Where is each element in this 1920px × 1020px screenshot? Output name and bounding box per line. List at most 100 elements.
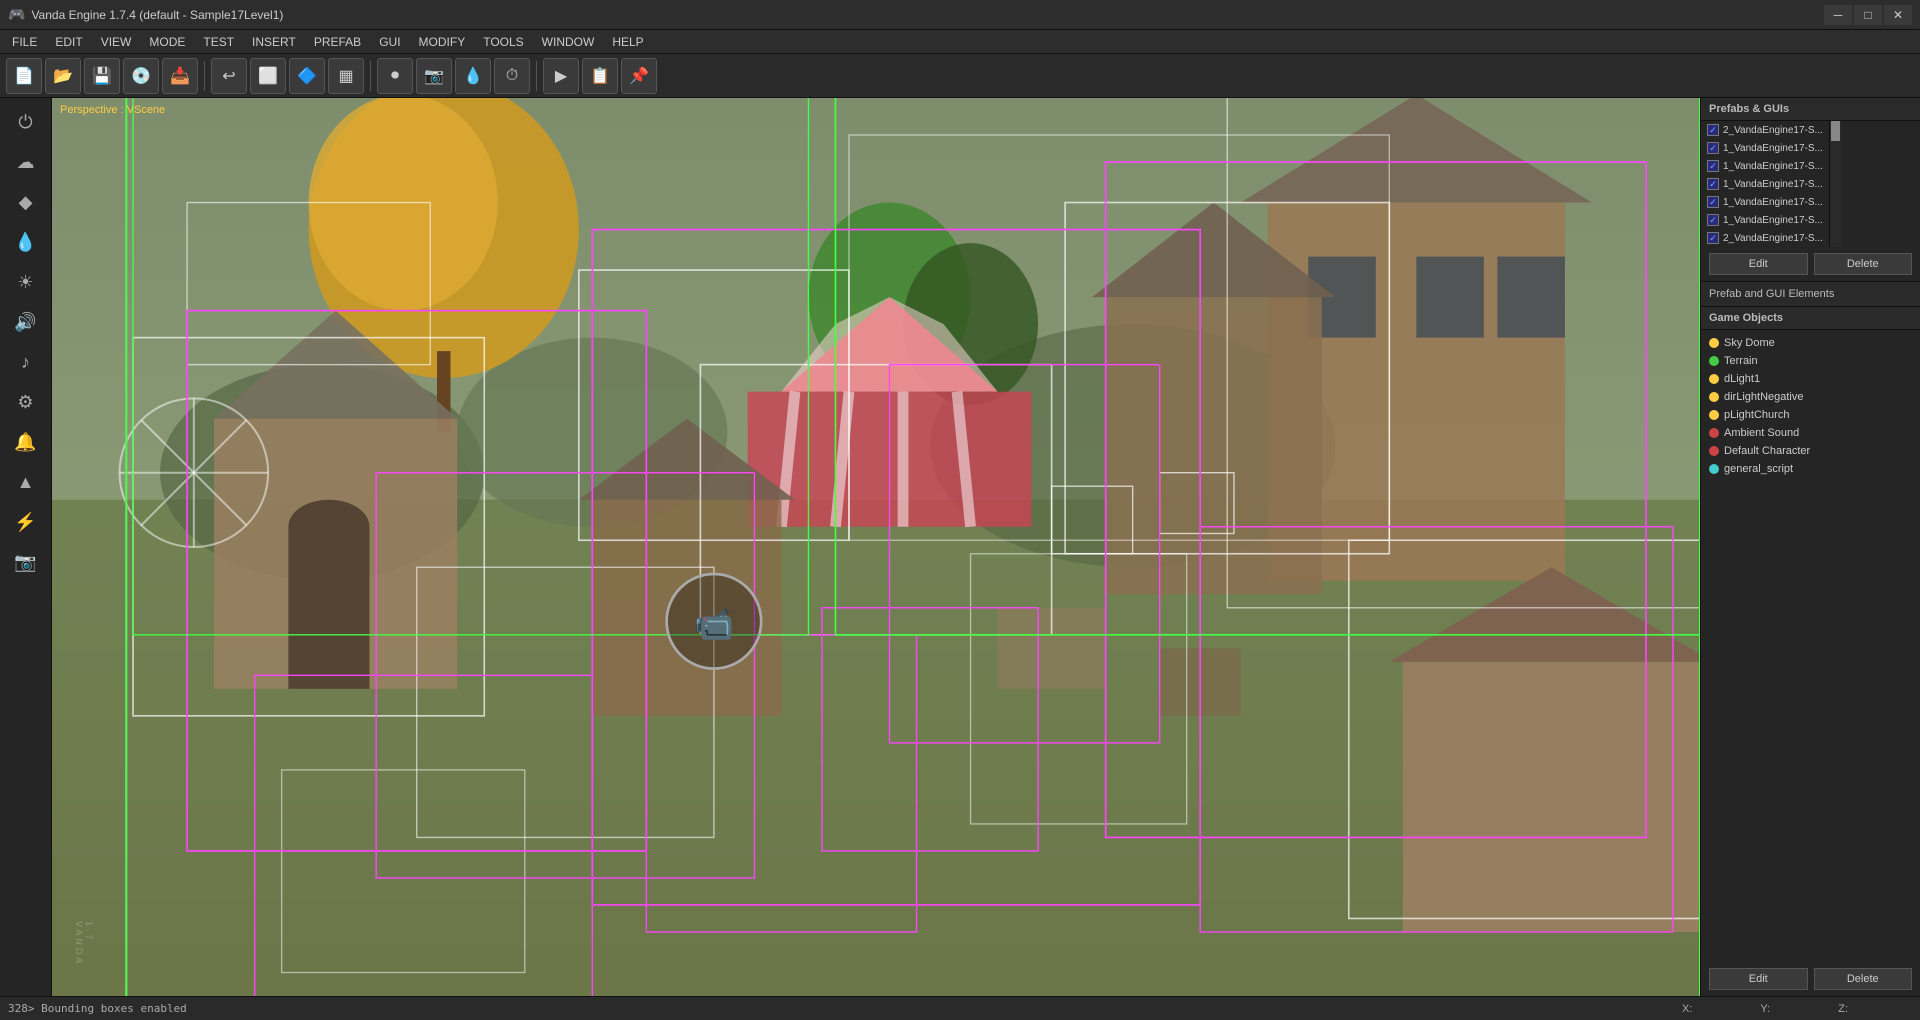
go-item-4[interactable]: pLightChurch	[1701, 406, 1920, 424]
prefab-item-3[interactable]: ✓1_VandaEngine17-S...	[1701, 175, 1829, 193]
prefab-item-0[interactable]: ✓ 2_VandaEngine17-S...	[1701, 121, 1829, 139]
prefab-buttons: Edit Delete	[1701, 247, 1920, 281]
prefab-scrollbar[interactable]	[1829, 121, 1841, 247]
viewport-label: Perspective : VScene	[60, 104, 165, 116]
sidebar-icon-0[interactable]: ⏻	[8, 104, 44, 140]
sidebar-icon-3[interactable]: 💧	[8, 224, 44, 260]
prefab-edit-button[interactable]: Edit	[1709, 253, 1808, 275]
coord-group: X: Y: Z:	[1682, 1003, 1912, 1015]
prefab-item-4[interactable]: ✓1_VandaEngine17-S...	[1701, 193, 1829, 211]
sidebar-icon-9[interactable]: ▲	[8, 464, 44, 500]
toolbar-btn-10[interactable]: 📷	[416, 58, 452, 94]
go-dot-1	[1709, 356, 1719, 366]
sidebar-icon-7[interactable]: ⚙	[8, 384, 44, 420]
toolbar-btn-5[interactable]: ↩	[211, 58, 247, 94]
close-button[interactable]: ✕	[1884, 5, 1912, 25]
prefab-checkbox-0[interactable]: ✓	[1707, 124, 1719, 136]
go-item-5[interactable]: Ambient Sound	[1701, 424, 1920, 442]
z-label: Z:	[1838, 1003, 1848, 1015]
go-item-3[interactable]: dirLightNegative	[1701, 388, 1920, 406]
toolbar-btn-4[interactable]: 📥	[162, 58, 198, 94]
main-layout: ⏻ ☁ ◆ 💧 ☀ 🔊 ♪ ⚙ 🔔 ▲ ⚡ 📷 Perspective : VScene	[0, 98, 1920, 996]
go-item-6[interactable]: Default Character	[1701, 442, 1920, 460]
sidebar-icon-8[interactable]: 🔔	[8, 424, 44, 460]
right-panel: Prefabs & GUIs ✓ 2_VandaEngine17-S... ✓ 1_V…	[1700, 98, 1920, 996]
menu-item-window[interactable]: WINDOW	[534, 33, 603, 51]
menu-item-edit[interactable]: EDIT	[47, 33, 90, 51]
prefab-item-1[interactable]: ✓1_VandaEngine17-S...	[1701, 139, 1829, 157]
scene-svg: 📹	[52, 98, 1700, 996]
prefab-text-0: 2_VandaEngine17-S...	[1723, 125, 1823, 136]
menu-item-prefab[interactable]: PREFAB	[306, 33, 369, 51]
go-edit-button[interactable]: Edit	[1709, 968, 1808, 990]
prefab-checkbox-1[interactable]: ✓	[1707, 142, 1719, 154]
toolbar-btn-11[interactable]: 💧	[455, 58, 491, 94]
sidebar-icon-6[interactable]: ♪	[8, 344, 44, 380]
menu-item-test[interactable]: TEST	[195, 33, 242, 51]
go-name-1: Terrain	[1724, 355, 1758, 367]
toolbar-btn-6[interactable]: ⬜	[250, 58, 286, 94]
menu-item-mode[interactable]: MODE	[141, 33, 193, 51]
toolbar-btn-1[interactable]: 📂	[45, 58, 81, 94]
prefab-delete-button[interactable]: Delete	[1814, 253, 1913, 275]
menu-item-modify[interactable]: MODIFY	[411, 33, 474, 51]
toolbar-btn-2[interactable]: 💾	[84, 58, 120, 94]
x-label: X:	[1682, 1003, 1692, 1015]
prefab-item-2[interactable]: ✓ 1_VandaEngine17-S...	[1701, 157, 1829, 175]
sidebar-icon-5[interactable]: 🔊	[8, 304, 44, 340]
maximize-button[interactable]: □	[1854, 5, 1882, 25]
go-item-0[interactable]: Sky Dome	[1701, 334, 1920, 352]
prefab-item-6[interactable]: ✓2_VandaEngine17-S...	[1701, 229, 1829, 247]
svg-text:📹: 📹	[694, 606, 734, 642]
prefab-text-2: 1_VandaEngine17-S...	[1723, 161, 1823, 172]
toolbar-btn-15[interactable]: 📌	[621, 58, 657, 94]
go-item-1[interactable]: Terrain	[1701, 352, 1920, 370]
menu-item-insert[interactable]: INSERT	[244, 33, 304, 51]
toolbar-btn-12[interactable]: ⏱	[494, 58, 530, 94]
go-item-2[interactable]: dLight1	[1701, 370, 1920, 388]
prefabs-title: Prefabs & GUIs	[1701, 98, 1920, 121]
prefab-checkbox-4[interactable]: ✓	[1707, 196, 1719, 208]
go-dot-0	[1709, 338, 1719, 348]
sidebar-icon-1[interactable]: ☁	[8, 144, 44, 180]
prefab-checkbox-3[interactable]: ✓	[1707, 178, 1719, 190]
go-dot-3	[1709, 392, 1719, 402]
prefab-checkbox-6[interactable]: ✓	[1707, 232, 1719, 244]
go-name-7: general_script	[1724, 463, 1793, 475]
toolbar-btn-13[interactable]: ▶	[543, 58, 579, 94]
sidebar-icon-11[interactable]: 📷	[8, 544, 44, 580]
title-bar: 🎮 Vanda Engine 1.7.4 (default - Sample17…	[0, 0, 1920, 30]
prefabs-section: Prefabs & GUIs ✓ 2_VandaEngine17-S... ✓ 1_V…	[1701, 98, 1920, 282]
status-text: 328> Bounding boxes enabled	[8, 1002, 1662, 1015]
menu-item-gui[interactable]: GUI	[371, 33, 408, 51]
toolbar-btn-7[interactable]: 🔷	[289, 58, 325, 94]
menu-item-tools[interactable]: TOOLS	[475, 33, 531, 51]
menu-item-help[interactable]: HELP	[604, 33, 651, 51]
go-name-6: Default Character	[1724, 445, 1810, 457]
game-objects-title: Game Objects	[1701, 307, 1920, 330]
prefab-checkbox-5[interactable]: ✓	[1707, 214, 1719, 226]
app-icon: 🎮	[8, 6, 25, 23]
y-label: Y:	[1760, 1003, 1770, 1015]
toolbar-separator	[204, 61, 205, 91]
toolbar-btn-9[interactable]: ⏺	[377, 58, 413, 94]
toolbar-btn-0[interactable]: 📄	[6, 58, 42, 94]
go-buttons: Edit Delete	[1701, 962, 1920, 996]
toolbar-btn-3[interactable]: 💿	[123, 58, 159, 94]
minimize-button[interactable]: ─	[1824, 5, 1852, 25]
toolbar-btn-8[interactable]: ▦	[328, 58, 364, 94]
toolbar: 📄📂💾💿📥 ↩⬜🔷▦ ⏺📷💧⏱ ▶📋📌	[0, 54, 1920, 98]
go-item-7[interactable]: general_script	[1701, 460, 1920, 478]
sidebar-icon-4[interactable]: ☀	[8, 264, 44, 300]
viewport[interactable]: Perspective : VScene	[52, 98, 1700, 996]
prefab-item-5[interactable]: ✓1_VandaEngine17-S...	[1701, 211, 1829, 229]
menu-item-file[interactable]: FILE	[4, 33, 45, 51]
left-sidebar: ⏻ ☁ ◆ 💧 ☀ 🔊 ♪ ⚙ 🔔 ▲ ⚡ 📷	[0, 98, 52, 996]
go-delete-button[interactable]: Delete	[1814, 968, 1913, 990]
toolbar-btn-14[interactable]: 📋	[582, 58, 618, 94]
sidebar-icon-2[interactable]: ◆	[8, 184, 44, 220]
prefab-checkbox-2[interactable]: ✓	[1707, 160, 1719, 172]
go-name-3: dirLightNegative	[1724, 391, 1804, 403]
sidebar-icon-10[interactable]: ⚡	[8, 504, 44, 540]
menu-item-view[interactable]: VIEW	[93, 33, 140, 51]
